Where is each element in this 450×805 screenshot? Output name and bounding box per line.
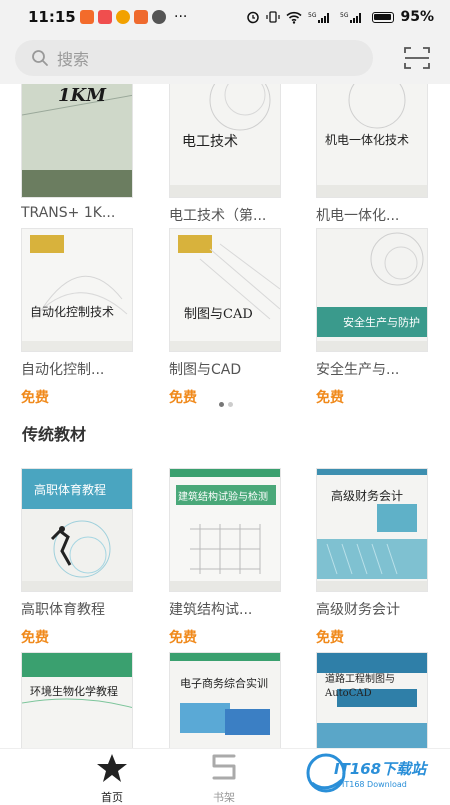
search-placeholder: 搜索 [57, 50, 90, 69]
status-time: 11:15 [28, 8, 76, 26]
book-item[interactable]: 高级财务会计 高级财务会计 免费 [316, 468, 446, 647]
book-item[interactable]: 1KM TRANS+ 1K... 免费 [21, 84, 151, 249]
tab-bookshelf[interactable]: 书架 [184, 753, 264, 805]
search-input[interactable]: 搜索 [15, 40, 373, 76]
book-title: 电工技术（第... [169, 208, 267, 224]
cover-title: 环境生物化学教程 [30, 685, 118, 698]
book-item[interactable]: 自动化控制技术 自动化控制... 免费 [21, 228, 151, 407]
book-cover: 建筑结构试验与检测 [169, 468, 281, 592]
battery-level: 95% [400, 9, 434, 25]
cover-title: 电工技术 [182, 134, 238, 150]
cover-title: 制图与CAD [184, 307, 253, 322]
page-dot [228, 402, 233, 407]
book-item[interactable]: 环境生物化学教程 [21, 652, 151, 748]
cover-title: 建筑结构试验与检测 [178, 492, 268, 503]
book-price: 免费 [316, 630, 344, 646]
book-cover: 自动化控制技术 [21, 228, 133, 352]
book-cover: 电工技术 [169, 84, 281, 198]
signal-icon: 5G [308, 12, 330, 23]
book-title: 自动化控制... [21, 362, 105, 378]
vibrate-icon [266, 11, 281, 23]
battery-icon [372, 11, 395, 23]
book-price: 免费 [169, 630, 197, 646]
app-notification-icon [152, 10, 166, 24]
book-item[interactable]: 安全生产与防护 安全生产与... 免费 [316, 228, 446, 407]
book-title: 机电一体化... [316, 208, 400, 224]
book-title: 高职体育教程 [21, 602, 105, 618]
book-cover: 高级财务会计 [316, 468, 428, 592]
more-notifications-icon: ··· [174, 9, 188, 25]
tab-label: 书架 [213, 791, 235, 804]
watermark-subtext: IT168 Download [342, 780, 407, 789]
book-cover: 电子商务综合实训 [169, 652, 281, 748]
tab-label: 首页 [101, 791, 123, 804]
cover-title: 安全生产与防护 [343, 316, 420, 329]
book-item[interactable]: 建筑结构试验与检测 建筑结构试... 免费 [169, 468, 299, 647]
watermark-logo: IT168下载站 IT168 Download [304, 750, 444, 796]
book-list: 1KM TRANS+ 1K... 免费 电工技术 电工技术（第... 免费 机电… [0, 84, 450, 748]
wifi-icon [286, 11, 303, 24]
app-notification-icon [134, 10, 148, 24]
book-price: 免费 [316, 390, 344, 406]
book-title: 建筑结构试... [169, 602, 253, 618]
message-notification-icon [116, 10, 130, 24]
cover-title: 1KM [58, 85, 107, 106]
scan-icon[interactable] [404, 46, 430, 70]
app-notification-icon [98, 10, 112, 24]
system-icons: 5G 5G 95% [246, 9, 434, 25]
svg-text:5G: 5G [340, 12, 349, 19]
watermark-text: IT168下载站 [334, 760, 427, 778]
cover-title: 电子商务综合实训 [180, 677, 268, 690]
svg-text:5G: 5G [308, 12, 317, 19]
cover-title: 机电一体化技术 [325, 133, 410, 147]
book-title: 安全生产与... [316, 362, 400, 378]
cover-title: 自动化控制技术 [30, 305, 115, 319]
book-cover: 制图与CAD [169, 228, 281, 352]
book-cover: 机电一体化技术 [316, 84, 428, 198]
app-notification-icon [80, 10, 94, 24]
section-title: 传统教材 [22, 425, 87, 444]
cover-title: 道路工程制图与AutoCAD [325, 674, 395, 699]
book-title: 制图与CAD [169, 362, 242, 378]
search-icon [32, 50, 48, 66]
bookshelf-icon [212, 754, 236, 780]
book-price: 免费 [21, 630, 49, 646]
book-price: 免费 [21, 390, 49, 406]
book-cover: 1KM [21, 84, 133, 198]
page-dot-active [219, 402, 224, 407]
star-icon [97, 754, 127, 782]
cover-title: 高级财务会计 [331, 489, 404, 503]
book-cover: 环境生物化学教程 [21, 652, 133, 748]
book-cover: 道路工程制图与AutoCAD [316, 652, 428, 748]
book-item[interactable]: 制图与CAD 制图与CAD 免费 [169, 228, 299, 407]
carousel-indicator [219, 402, 233, 407]
book-item[interactable]: 高职体育教程 高职体育教程 免费 [21, 468, 151, 647]
book-item[interactable]: 道路工程制图与AutoCAD [316, 652, 446, 748]
book-cover: 安全生产与防护 [316, 228, 428, 352]
status-bar: 11:15 ··· 5G 5G 95% [0, 0, 450, 34]
book-title: TRANS+ 1K... [21, 205, 116, 221]
book-item[interactable]: 电子商务综合实训 [169, 652, 299, 748]
book-title: 高级财务会计 [316, 602, 400, 618]
signal-icon: 5G [340, 12, 362, 23]
book-cover: 高职体育教程 [21, 468, 133, 592]
notification-icons: ··· [80, 10, 187, 24]
cover-title: 高职体育教程 [34, 483, 107, 497]
alarm-icon [247, 11, 260, 24]
tab-home[interactable]: 首页 [72, 753, 152, 805]
header: 搜索 [0, 34, 450, 84]
book-price: 免费 [169, 390, 197, 406]
